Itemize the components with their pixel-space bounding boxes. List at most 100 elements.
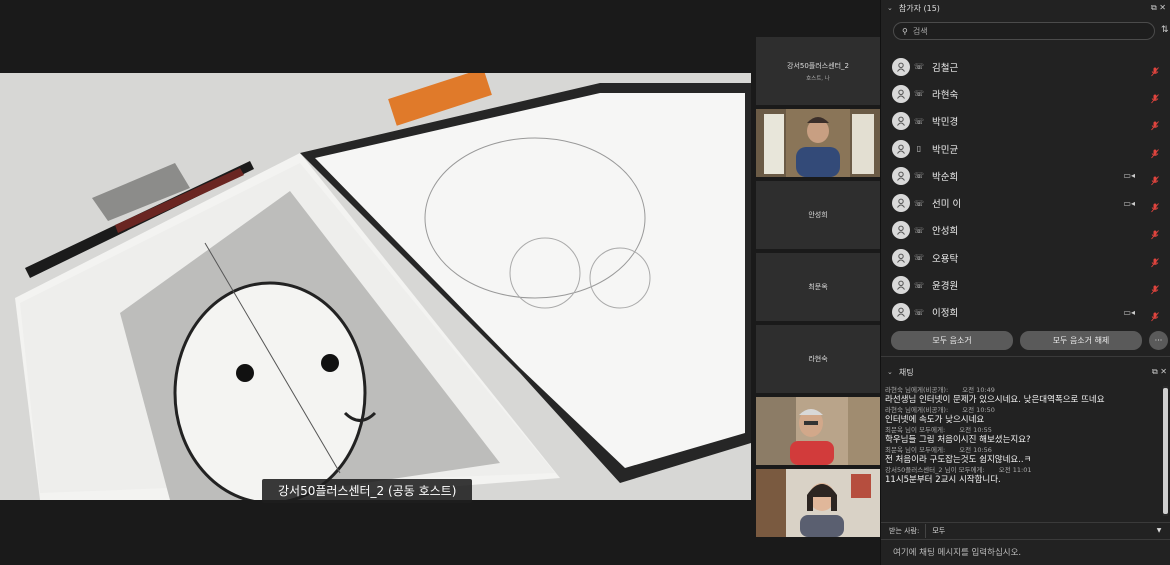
phone-audio-icon: ☏ bbox=[913, 62, 924, 72]
panel-divider bbox=[881, 356, 1170, 357]
avatar bbox=[892, 276, 910, 295]
participant-row[interactable]: ☏ 김철근 bbox=[881, 53, 1170, 80]
participant-video bbox=[756, 469, 880, 537]
chat-message-text: 전 처음이라 구도잡는것도 쉽지않네요..ㅋ bbox=[885, 455, 1032, 465]
chat-time: 오전 10:56 bbox=[959, 446, 992, 454]
avatar bbox=[892, 194, 910, 213]
chat-title: 채팅 bbox=[898, 367, 914, 377]
phone-audio-icon: ☏ bbox=[913, 280, 924, 290]
chat-time: 오전 10:55 bbox=[959, 426, 992, 434]
phone-audio-icon: ☏ bbox=[913, 89, 924, 99]
more-options-button[interactable]: ··· bbox=[1149, 331, 1168, 350]
mute-all-button[interactable]: 모두 음소거 bbox=[891, 331, 1013, 350]
participant-row[interactable]: ▯ 박민균 bbox=[881, 135, 1170, 162]
chat-sender: 최문옥 님이 모두에게: bbox=[885, 426, 946, 434]
main-video-area: 강서50플러스센터_2 (공동 호스트) bbox=[0, 0, 756, 565]
recipient-label: 받는 사람: bbox=[889, 527, 920, 535]
phone-audio-icon: ☏ bbox=[913, 253, 924, 263]
mic-muted-icon[interactable] bbox=[1151, 307, 1159, 322]
mic-muted-icon[interactable] bbox=[1151, 253, 1159, 268]
participant-name: 라현숙 bbox=[932, 89, 959, 101]
avatar bbox=[892, 303, 910, 322]
chat-scrollbar[interactable] bbox=[1163, 386, 1168, 516]
chat-time: 오전 11:01 bbox=[998, 466, 1032, 474]
shared-video-feed[interactable] bbox=[0, 73, 751, 500]
participant-name: 안성희 bbox=[932, 226, 959, 238]
unmute-all-button[interactable]: 모두 음소거 해제 bbox=[1020, 331, 1142, 350]
thumbnail-name: 안성희 bbox=[808, 211, 828, 219]
zoom-meeting-window: 강서50플러스센터_2 (공동 호스트) 강서50플러스센터_2 호스트, 나 … bbox=[0, 0, 1170, 565]
thumbnail-name: 강서50플러스센터_2 bbox=[787, 61, 849, 70]
recipient-row: 받는 사람: 모두 ▼ bbox=[881, 522, 1170, 540]
camera-icon[interactable]: ▭◂ bbox=[1123, 171, 1135, 180]
avatar bbox=[892, 57, 910, 76]
participant-row-partial[interactable] bbox=[881, 43, 1170, 53]
mic-muted-icon[interactable] bbox=[1151, 116, 1159, 131]
avatar bbox=[892, 166, 910, 185]
search-input[interactable] bbox=[912, 26, 1113, 36]
chat-time: 오전 10:50 bbox=[962, 406, 995, 414]
avatar bbox=[892, 84, 910, 103]
participant-name: 오용탁 bbox=[932, 253, 959, 265]
thumbnail-video-tile[interactable] bbox=[756, 109, 880, 177]
mic-muted-icon[interactable] bbox=[1151, 144, 1159, 158]
chevron-down-icon[interactable]: ⌄ bbox=[887, 368, 893, 376]
chevron-down-icon[interactable]: ⌄ bbox=[887, 4, 893, 12]
recipient-select[interactable]: 모두 ▼ bbox=[925, 524, 1165, 538]
mic-muted-icon[interactable] bbox=[1151, 198, 1159, 213]
chat-message-text: 학우님들 그림 처음이시진 해보셨는지요? bbox=[885, 435, 1031, 445]
mic-muted-icon[interactable] bbox=[1151, 280, 1159, 295]
popout-close-icons[interactable]: ⧉ ✕ bbox=[1152, 367, 1167, 377]
chat-header[interactable]: ⌄ 채팅 ⧉ ✕ bbox=[881, 364, 1170, 380]
participants-header[interactable]: ⌄ 참가자 (15) ⧉ ✕ bbox=[881, 0, 1170, 16]
chat-message-meta: 라현숙 님에게(비공개): 오전 10:50 bbox=[885, 406, 1160, 415]
search-icon: ⚲ bbox=[902, 26, 908, 36]
avatar bbox=[892, 112, 910, 131]
mobile-device-icon: ▯ bbox=[916, 144, 922, 154]
mic-muted-icon[interactable] bbox=[1151, 89, 1159, 104]
chat-sender: 라현숙 님에게(비공개): bbox=[885, 386, 949, 394]
phone-audio-icon: ☏ bbox=[913, 198, 924, 208]
mic-muted-icon[interactable] bbox=[1151, 171, 1159, 186]
avatar bbox=[892, 221, 910, 240]
participant-video bbox=[756, 397, 880, 465]
chat-message-text: 인터넷에 속도가 낮으시네요 bbox=[885, 415, 985, 425]
thumbnail-name: 라현숙 bbox=[808, 355, 828, 363]
chat-message-meta: 라현숙 님에게(비공개): 오전 10:49 bbox=[885, 386, 1160, 395]
active-speaker-label: 강서50플러스센터_2 (공동 호스트) bbox=[262, 479, 473, 503]
participant-name: 선미 이 bbox=[932, 199, 962, 211]
participant-video bbox=[756, 109, 880, 177]
thumbnail-tile[interactable]: 안성희 bbox=[756, 181, 880, 249]
camera-icon[interactable]: ▭◂ bbox=[1123, 308, 1135, 317]
popout-close-icons[interactable]: ⧉ ✕ bbox=[1151, 3, 1166, 13]
scrollbar-thumb[interactable] bbox=[1163, 388, 1168, 514]
thumbnail-tile[interactable]: 라현숙 bbox=[756, 325, 880, 393]
sort-icon[interactable]: ⇅ bbox=[1161, 25, 1169, 35]
participant-row[interactable]: ☏ 오용탁 bbox=[881, 244, 1170, 271]
thumbnail-video-tile[interactable] bbox=[756, 397, 880, 465]
participant-row[interactable]: ☏ 라현숙 bbox=[881, 80, 1170, 107]
mic-muted-icon[interactable] bbox=[1151, 62, 1159, 76]
thumbnail-tile[interactable]: 최문옥 bbox=[756, 253, 880, 321]
chat-message-meta: 강서50플러스센터_2 님이 모두에게: 오전 11:01 bbox=[885, 466, 1160, 475]
thumbnail-tile[interactable]: 강서50플러스센터_2 호스트, 나 bbox=[756, 37, 880, 105]
chat-log: 라현숙 님에게(비공개): 오전 10:49 라선생님 인터넷이 문제가 있으시네요… bbox=[885, 386, 1160, 516]
chat-sender: 라현숙 님에게(비공개): bbox=[885, 406, 949, 414]
participant-search[interactable]: ⚲ bbox=[893, 22, 1155, 40]
chat-sender: 최문옥 님이 모두에게: bbox=[885, 446, 946, 454]
participant-name: 박민균 bbox=[932, 144, 959, 156]
thumbnail-name: 최문옥 bbox=[808, 283, 828, 291]
participant-thumbnails: 강서50플러스센터_2 호스트, 나 안성희 최문옥 라현숙 bbox=[756, 37, 880, 541]
chat-sender: 강서50플러스센터_2 님이 모두에게: bbox=[885, 466, 985, 474]
participant-row[interactable]: ☏ 이정희 ▭◂ bbox=[881, 299, 1170, 325]
participant-row[interactable]: ☏ 박순희 ▭◂ bbox=[881, 162, 1170, 189]
chat-input[interactable]: 여기에 채팅 메시지를 입력하십시오. bbox=[893, 546, 1021, 558]
participant-row[interactable]: ☏ 안성희 bbox=[881, 217, 1170, 244]
thumbnail-video-tile[interactable] bbox=[756, 469, 880, 537]
mic-muted-icon[interactable] bbox=[1151, 225, 1159, 240]
side-panel: ⌄ 참가자 (15) ⧉ ✕ ⚲ ⇅ ☏ 김철근 ☏ 라현숙 ☏ 박민경 ▯ 박민균 ☏ 박순희 ▭… bbox=[880, 0, 1170, 565]
participant-row[interactable]: ☏ 선미 이 ▭◂ bbox=[881, 189, 1170, 216]
participant-row[interactable]: ☏ 윤경원 bbox=[881, 271, 1170, 298]
participant-row[interactable]: ☏ 박민경 bbox=[881, 108, 1170, 135]
camera-icon[interactable]: ▭◂ bbox=[1123, 199, 1135, 208]
